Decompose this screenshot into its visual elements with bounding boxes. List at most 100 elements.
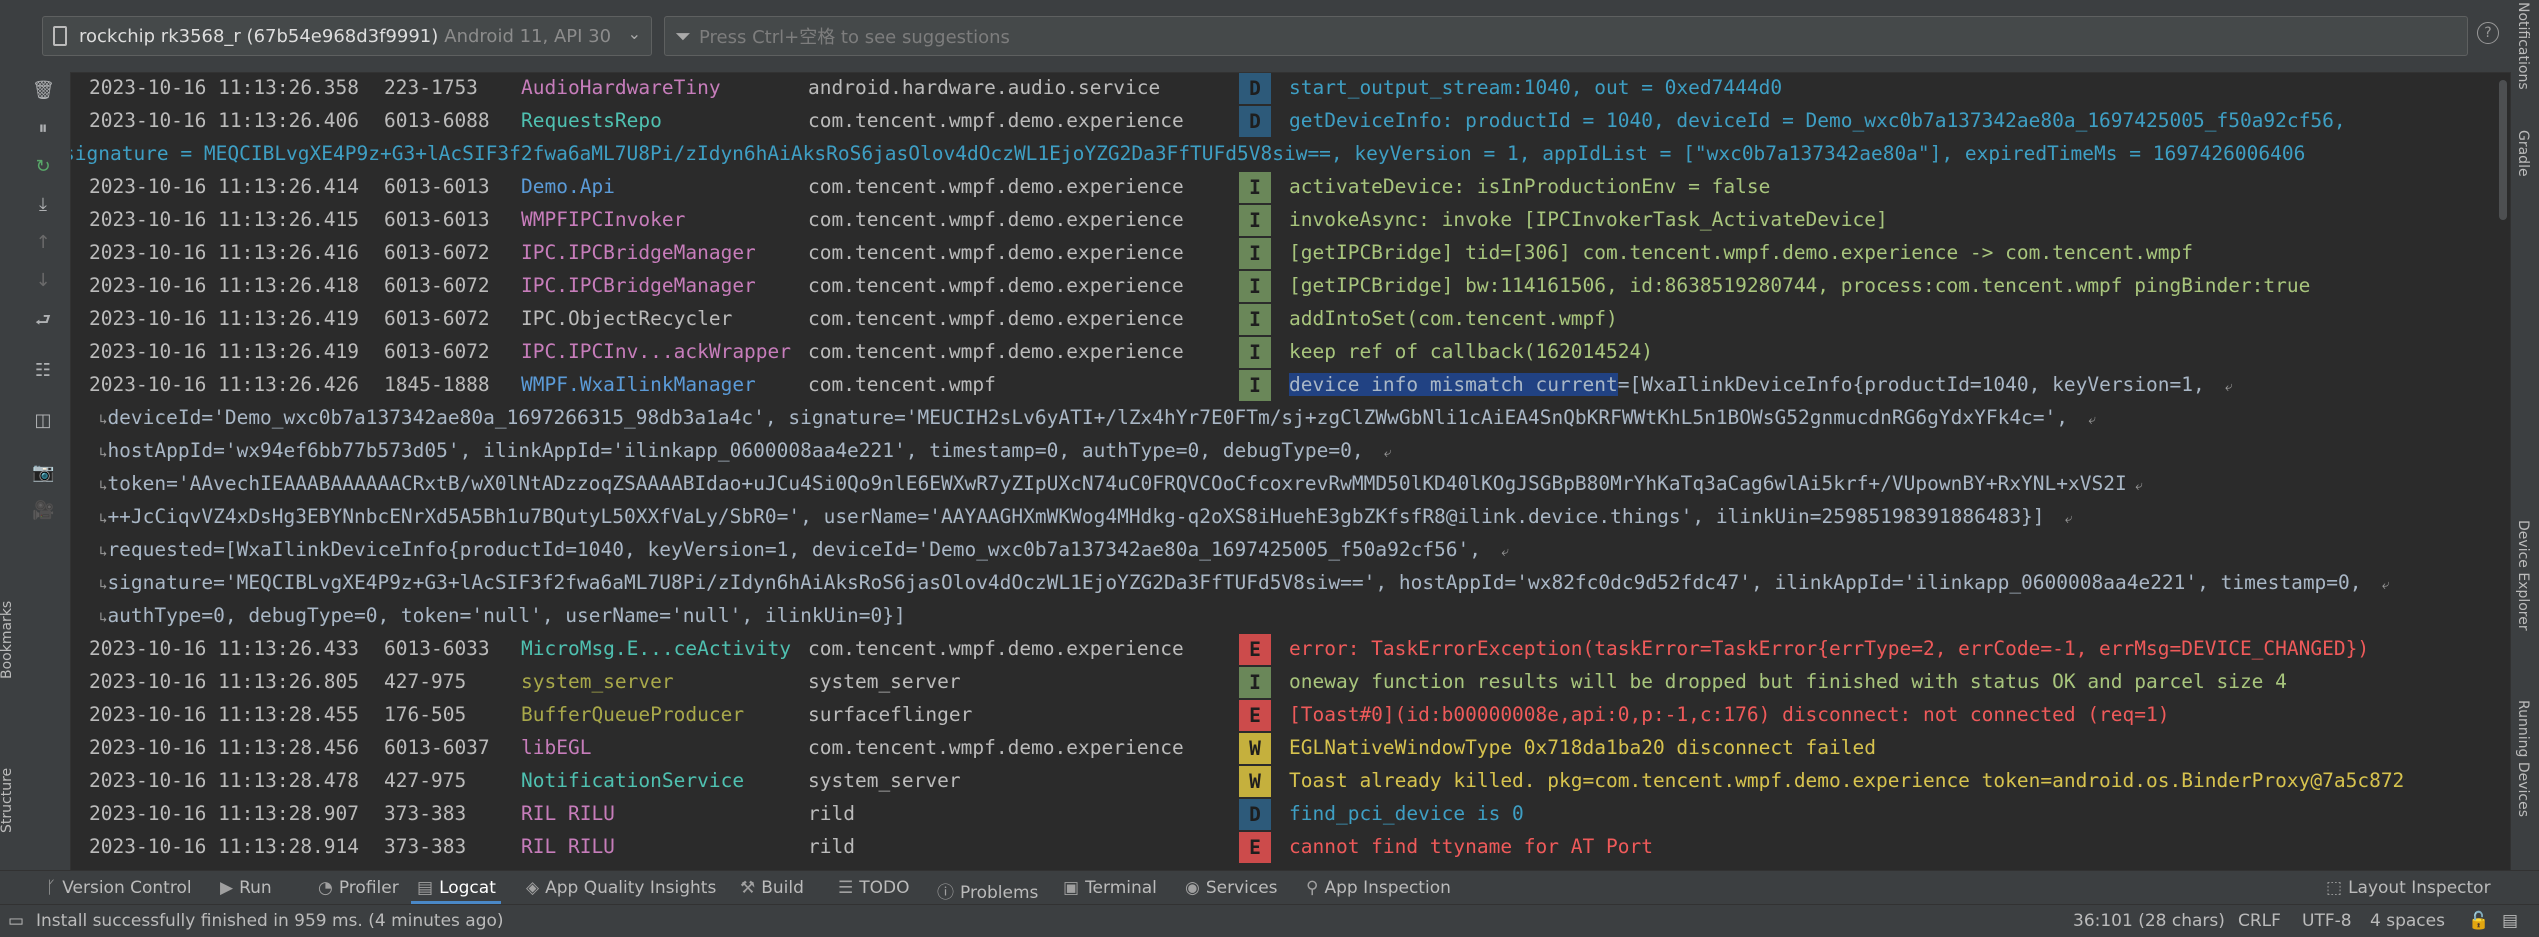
profiler-icon: ◔ xyxy=(318,878,333,898)
log-continuation-line[interactable]: ↳++JcCiqvVZ4xDsHg3EBYNnbcENrXd5A5Bh1u7BQ… xyxy=(71,501,2511,534)
log-row[interactable]: 2023-10-16 11:13:28.478 427-975 Notificati… xyxy=(71,765,2511,798)
restart-icon[interactable]: ↻ xyxy=(32,156,54,178)
help-icon[interactable]: ? xyxy=(2477,22,2499,44)
log-message-text: find_pci_device is 0 xyxy=(1289,802,1524,825)
log-row[interactable]: 2023-10-16 11:13:26.415 6013-6013 WMPFIPCI… xyxy=(71,204,2511,237)
tab-problems[interactable]: ⓘ Problems xyxy=(937,878,1038,903)
log-row[interactable]: 2023-10-16 11:13:26.419 6013-6072 IPC.IPCI… xyxy=(71,336,2511,369)
log-row[interactable]: 2023-10-16 11:13:26.426 1845-1888 WMPF.Wxa… xyxy=(71,369,2511,402)
log-row[interactable]: 2023-10-16 11:13:26.433 6013-6033 MicroMsg… xyxy=(71,633,2511,666)
layout-inspector-icon: ⬚ xyxy=(2326,878,2343,898)
log-row[interactable]: 2023-10-16 11:13:26.419 6013-6072 IPC.Obje… xyxy=(71,303,2511,336)
log-row[interactable]: 2023-10-16 11:13:26.358 223-1753 AudioHard… xyxy=(71,72,2511,105)
tab-profiler[interactable]: ◔ Profiler xyxy=(318,878,399,898)
split-view-icon[interactable]: ◫ xyxy=(32,410,54,432)
log-row[interactable]: 2023-10-16 11:13:28.907 373-383 RIL RILU ri… xyxy=(71,798,2511,831)
log-row[interactable]: 2023-10-16 11:13:26.805 427-975 system_ser… xyxy=(71,666,2511,699)
tab-label: Problems xyxy=(960,883,1039,903)
tab-app-inspection[interactable]: ⚲ App Inspection xyxy=(1306,878,1451,898)
log-message-text: token='AAvechIEAAABAAAAAACRxtB/wX0lNtADz… xyxy=(107,472,2127,495)
log-package: com.tencent.wmpf xyxy=(808,373,996,396)
tab-version-control[interactable]: ᚴ Version Control xyxy=(46,878,192,898)
up-arrow-icon[interactable]: ↑ xyxy=(32,232,54,254)
tab-services[interactable]: ◉ Services xyxy=(1185,878,1278,898)
screen-record-icon[interactable]: 🎥 xyxy=(32,500,54,522)
logcat-icon: ▤ xyxy=(417,878,434,898)
log-message-continuation: ↳requested=[WxaIlinkDeviceInfo{productId… xyxy=(99,538,1509,561)
lock-icon[interactable]: 🔓 xyxy=(2468,911,2489,931)
log-timestamp: 2023-10-16 11:13:26.415 xyxy=(89,208,360,231)
log-row[interactable]: 2023-10-16 11:13:28.456 6013-6037 libEGL co… xyxy=(71,732,2511,765)
scroll-to-end-icon[interactable]: ⤓ xyxy=(32,194,54,216)
filter-search-field[interactable]: ⏷ Press Ctrl+空格 to see suggestions xyxy=(664,16,2468,56)
tab-todo[interactable]: ☰ TODO xyxy=(838,878,910,898)
down-arrow-icon[interactable]: ↓ xyxy=(32,270,54,292)
log-continuation-line[interactable]: ↳requested=[WxaIlinkDeviceInfo{productId… xyxy=(71,534,2511,567)
screenshot-icon[interactable]: 📷 xyxy=(32,462,54,484)
log-row[interactable]: 2023-10-16 11:13:26.406 6013-6088 Requests… xyxy=(71,105,2511,138)
log-timestamp: 2023-10-16 11:13:28.907 xyxy=(89,802,360,825)
tab-terminal[interactable]: ▣ Terminal xyxy=(1063,878,1157,898)
log-message: EGLNativeWindowType 0x718da1ba20 disconn… xyxy=(1289,736,1876,759)
log-package: surfaceflinger xyxy=(808,703,973,726)
soft-wrap-icon[interactable]: ⮐ xyxy=(32,310,54,332)
soft-wrap-marker-icon: ⤶ xyxy=(1492,544,1510,560)
logcat-output[interactable]: 2023-10-16 11:13:26.358 223-1753 AudioHard… xyxy=(71,72,2511,870)
tab-run[interactable]: ▶ Run xyxy=(220,878,272,898)
device-selector[interactable]: rockchip rk3568_r (67b54e968d3f9991) And… xyxy=(42,16,652,56)
indent-setting[interactable]: 4 spaces xyxy=(2370,911,2445,931)
memory-indicator-icon[interactable]: ▤ xyxy=(2502,911,2518,931)
log-continuation-line[interactable]: ↳authType=0, debugType=0, token='null', … xyxy=(71,600,2511,633)
pause-icon[interactable]: ⏸ xyxy=(32,118,54,140)
soft-wrap-marker-icon: ⤶ xyxy=(1375,445,1392,461)
tab-label: Version Control xyxy=(62,878,192,898)
notifications-tab[interactable]: Notifications xyxy=(2515,2,2531,90)
log-row[interactable]: 2023-10-16 11:13:26.416 6013-6072 IPC.IPCB… xyxy=(71,237,2511,270)
log-pid-tid: 6013-6072 xyxy=(384,307,490,330)
log-message-text: authType=0, debugType=0, token='null', u… xyxy=(107,604,906,627)
log-row[interactable]: 2023-10-16 11:13:28.455 176-505 BufferQueu… xyxy=(71,699,2511,732)
log-continuation-line[interactable]: signature = MEQCIBLvgXE4P9z+G3+lAcSIF3f2… xyxy=(71,138,2511,171)
status-icon[interactable]: ▭ xyxy=(8,911,24,931)
selected-text[interactable]: device info mismatch current xyxy=(1289,373,1618,396)
tab-app-quality-insights[interactable]: ◈ App Quality Insights xyxy=(526,878,716,898)
tab-label: Services xyxy=(1205,878,1278,898)
structure-tab[interactable]: Structure xyxy=(0,768,15,833)
log-row[interactable]: 2023-10-16 11:13:28.914 373-383 RIL RILU ri… xyxy=(71,831,2511,864)
tab-logcat[interactable]: ▤ Logcat xyxy=(417,878,496,898)
right-tool-strip: Notifications Gradle Device Explorer Run… xyxy=(2510,0,2539,870)
log-package: com.tencent.wmpf.demo.experience xyxy=(808,274,1184,297)
status-message[interactable]: Install successfully finished in 959 ms.… xyxy=(36,911,504,931)
layout-inspector-tab[interactable]: ⬚ Layout Inspector xyxy=(2326,878,2491,898)
line-separator[interactable]: CRLF xyxy=(2238,911,2281,931)
trash-icon[interactable]: 🗑 xyxy=(32,80,55,102)
log-message: getDeviceInfo: productId = 1040, deviceI… xyxy=(1289,109,2346,132)
device-explorer-tab[interactable]: Device Explorer xyxy=(2515,520,2531,631)
caret-position[interactable]: 36:101 (28 chars) xyxy=(2073,911,2225,931)
log-row[interactable]: 2023-10-16 11:13:26.414 6013-6013 Demo.Api… xyxy=(71,171,2511,204)
log-continuation-line[interactable]: ↳token='AAvechIEAAABAAAAAACRxtB/wX0lNtAD… xyxy=(71,468,2511,501)
log-continuation-line[interactable]: ↳signature='MEQCIBLvgXE4P9z+G3+lAcSIF3f2… xyxy=(71,567,2511,600)
filter-settings-icon[interactable]: ☷ xyxy=(32,360,54,382)
log-pid-tid: 223-1753 xyxy=(384,76,478,99)
log-package: com.tencent.wmpf.demo.experience xyxy=(808,208,1184,231)
log-pid-tid: 6013-6033 xyxy=(384,637,490,660)
chevron-down-icon[interactable]: ⌄ xyxy=(628,24,641,43)
log-message-text: invokeAsync: invoke [IPCInvokerTask_Acti… xyxy=(1289,208,1888,231)
gradle-tab[interactable]: Gradle xyxy=(2515,130,2531,177)
log-message: keep ref of callback(162014524) xyxy=(1289,340,1653,363)
tab-build[interactable]: ⚒ Build xyxy=(740,878,804,898)
log-row[interactable]: 2023-10-16 11:13:26.418 6013-6072 IPC.IPCB… xyxy=(71,270,2511,303)
log-message-text: =[WxaIlinkDeviceInfo{productId=1040, key… xyxy=(1617,373,2217,396)
log-tag: system_server xyxy=(521,670,674,693)
log-tag: RIL RILU xyxy=(521,835,615,858)
device-icon xyxy=(53,26,67,46)
log-tag: NotificationService xyxy=(521,769,745,792)
bookmarks-tab[interactable]: Bookmarks xyxy=(0,601,15,679)
log-continuation-line[interactable]: ↳hostAppId='wx94ef6bb77b573d05', ilinkAp… xyxy=(71,435,2511,468)
file-encoding[interactable]: UTF-8 xyxy=(2302,911,2352,931)
log-continuation-line[interactable]: ↳deviceId='Demo_wxc0b7a137342ae80a_16972… xyxy=(71,402,2511,435)
log-timestamp: 2023-10-16 11:13:26.358 xyxy=(89,76,360,99)
log-message: Toast already killed. pkg=com.tencent.wm… xyxy=(1289,769,2404,792)
running-devices-tab[interactable]: Running Devices xyxy=(2515,700,2531,817)
